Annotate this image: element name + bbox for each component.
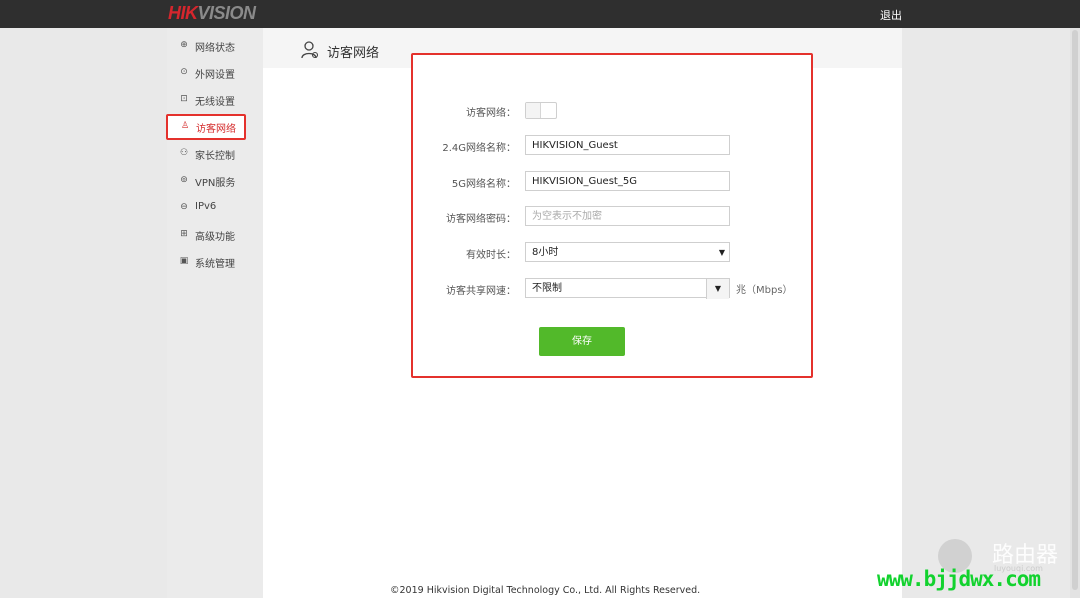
duration-select[interactable]: 8小时 ▼ (525, 242, 730, 262)
hikvision-logo: HIKVISION (168, 3, 256, 24)
page-title: 访客网络 (327, 46, 380, 61)
sidebar-item-label: 系统管理 (195, 259, 235, 270)
sidebar-item-label: 访客网络 (196, 124, 236, 135)
watermark-url: www.bjjdwx.com (877, 567, 1041, 591)
caret-down-icon: ▼ (718, 248, 725, 257)
speed-select[interactable]: 不限制 ▼ (525, 278, 730, 299)
copyright: ©2019 Hikvision Digital Technology Co., … (390, 585, 701, 596)
scrollbar-thumb[interactable] (1072, 30, 1078, 590)
sidebar-item-4[interactable]: ⚇ 家长控制 (167, 143, 263, 165)
sidebar-item-6[interactable]: ⊖ IPv6 (167, 197, 263, 219)
guest-user-icon (301, 41, 319, 59)
sidebar-item-0[interactable]: ⊕ 网络状态 (167, 35, 263, 57)
guest-network-toggle[interactable] (525, 102, 557, 119)
wan-icon: ⊙ (180, 67, 188, 77)
guest-icon: ♙ (180, 121, 190, 131)
sidebar-item-1[interactable]: ⊙ 外网设置 (167, 62, 263, 84)
system-icon: ▣ (179, 256, 189, 266)
sidebar: ⊕ 网络状态 ⊙ 外网设置 ⊡ 无线设置 ♙ 访客网络 ⚇ 家长控制 ⊚ VPN服务 ⊖ IPv6 ⊞ 高级功… (166, 28, 263, 598)
ipv6-icon: ⊖ (180, 202, 188, 212)
logo-hik: HIK (168, 3, 198, 23)
ssid5-label: 5G网络名称： (451, 179, 516, 190)
speed-unit: 兆（Mbps） (736, 285, 793, 296)
globe-icon: ⊕ (180, 40, 188, 50)
speed-label: 访客共享网速： (446, 286, 516, 297)
sidebar-item-3[interactable]: ♙ 访客网络 (166, 114, 246, 140)
vpn-icon: ⊚ (180, 175, 188, 185)
sidebar-item-label: 外网设置 (195, 70, 235, 81)
guest-network-label: 访客网络： (466, 108, 516, 119)
sidebar-item-label: 无线设置 (195, 97, 235, 108)
advanced-icon: ⊞ (180, 229, 188, 239)
duration-label: 有效时长： (466, 250, 516, 261)
duration-value: 8小时 (532, 247, 559, 258)
ssid24-input[interactable]: HIKVISION_Guest (525, 135, 730, 155)
speed-value: 不限制 (532, 283, 562, 294)
parental-icon: ⚇ (179, 148, 189, 158)
ssid24-label: 2.4G网络名称： (442, 143, 516, 154)
ssid5-input[interactable]: HIKVISION_Guest_5G (525, 171, 730, 191)
dropdown-arrow-icon[interactable]: ▼ (706, 279, 729, 299)
sidebar-item-label: VPN服务 (195, 178, 236, 189)
sidebar-item-7[interactable]: ⊞ 高级功能 (167, 224, 263, 246)
password-input[interactable]: 为空表示不加密 (525, 206, 730, 226)
wifi-icon: ⊡ (180, 94, 188, 104)
sidebar-item-label: 网络状态 (195, 43, 235, 54)
sidebar-item-8[interactable]: ▣ 系统管理 (167, 251, 263, 273)
logo-vision: VISION (197, 3, 257, 23)
top-bar: HIKVISION 退出 (0, 0, 1080, 28)
toggle-knob (526, 103, 541, 118)
sidebar-item-label: IPv6 (195, 201, 217, 212)
sidebar-item-5[interactable]: ⊚ VPN服务 (167, 170, 263, 192)
logout-link[interactable]: 退出 (880, 7, 902, 23)
password-label: 访客网络密码： (446, 214, 516, 225)
scrollbar[interactable] (1070, 28, 1080, 598)
save-button[interactable]: 保存 (539, 327, 625, 356)
sidebar-item-label: 高级功能 (195, 232, 235, 243)
sidebar-item-label: 家长控制 (195, 151, 235, 162)
sidebar-item-2[interactable]: ⊡ 无线设置 (167, 89, 263, 111)
